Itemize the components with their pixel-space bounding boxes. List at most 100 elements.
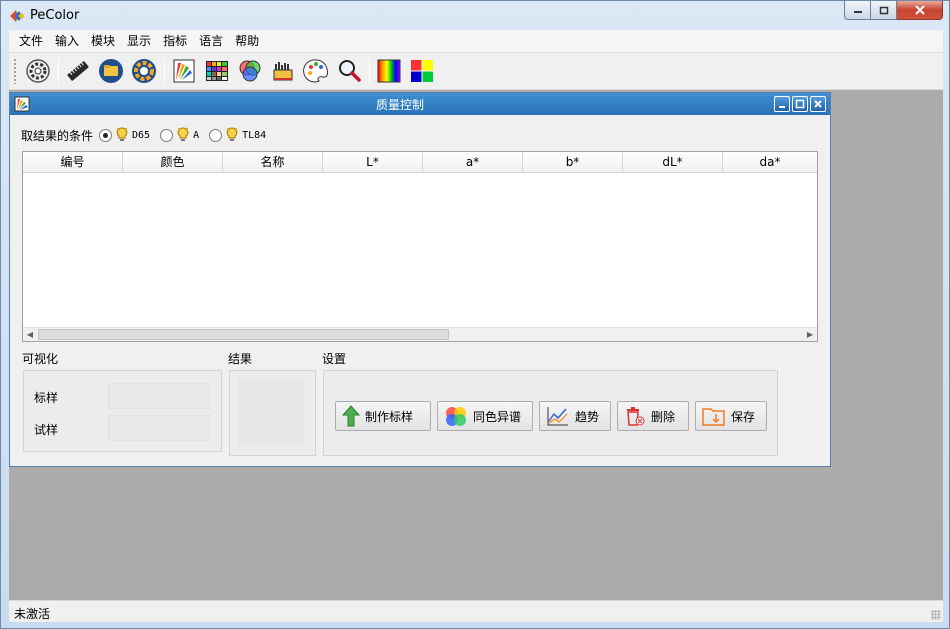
save-label: 保存 bbox=[731, 409, 756, 424]
arrow-up-icon bbox=[342, 405, 360, 427]
results-label: 结果 bbox=[228, 352, 253, 366]
mdi-workspace: 质量控制 取结果的条件 D65 A TL84 编号 颜色 名称 L* a* b*… bbox=[9, 90, 943, 600]
paint-brush-icon bbox=[273, 62, 293, 81]
delete-button[interactable]: 删除 bbox=[617, 401, 689, 431]
maximize-icon bbox=[795, 99, 805, 109]
visualization-group: 标样 试样 bbox=[23, 370, 222, 452]
column-header-l[interactable]: L* bbox=[323, 152, 423, 172]
light-bulb-icon bbox=[226, 127, 239, 141]
save-button[interactable]: 保存 bbox=[695, 401, 767, 431]
column-header-dl[interactable]: dL* bbox=[623, 152, 723, 172]
visualization-label: 可视化 bbox=[22, 352, 59, 366]
light-bulb-icon bbox=[116, 127, 129, 141]
close-icon bbox=[814, 100, 822, 108]
menu-help[interactable]: 帮助 bbox=[229, 30, 265, 52]
line-chart-icon bbox=[547, 407, 568, 426]
menu-bar: 文件 输入 模块 显示 指标 语言 帮助 bbox=[9, 30, 943, 52]
column-header-id[interactable]: 编号 bbox=[23, 152, 123, 172]
color-grid-button[interactable] bbox=[202, 56, 232, 86]
settings-button[interactable] bbox=[23, 56, 53, 86]
color-square-icon bbox=[411, 60, 433, 82]
magnifier-icon bbox=[339, 60, 361, 82]
child-window-title: 质量控制 bbox=[375, 98, 424, 112]
radio-d65[interactable] bbox=[99, 128, 113, 142]
column-header-b[interactable]: b* bbox=[523, 152, 623, 172]
results-table[interactable]: 编号 颜色 名称 L* a* b* dL* da* ◀ ▶ bbox=[22, 151, 818, 342]
minimize-button[interactable] bbox=[844, 1, 871, 20]
measure-button[interactable] bbox=[63, 56, 93, 86]
menu-file[interactable]: 文件 bbox=[13, 30, 49, 52]
menu-input[interactable]: 输入 bbox=[49, 30, 85, 52]
color-grid-icon bbox=[206, 61, 228, 81]
settings-label: 设置 bbox=[322, 352, 347, 366]
palette-button[interactable] bbox=[301, 56, 331, 86]
child-minimize-button[interactable] bbox=[774, 96, 790, 112]
radio-a[interactable] bbox=[160, 128, 174, 142]
horizontal-scrollbar[interactable]: ◀ ▶ bbox=[23, 327, 817, 341]
fan-deck-button[interactable] bbox=[169, 56, 199, 86]
restore-icon bbox=[879, 6, 888, 14]
close-icon bbox=[914, 5, 925, 15]
scroll-left-arrow-icon[interactable]: ◀ bbox=[23, 328, 37, 341]
toolbar-grip[interactable] bbox=[13, 58, 17, 84]
trial-swatch bbox=[108, 415, 210, 441]
make-standard-label: 制作标样 bbox=[365, 409, 414, 424]
light-bulb-icon bbox=[177, 127, 190, 141]
menu-language[interactable]: 语言 bbox=[193, 30, 229, 52]
result-display bbox=[238, 379, 304, 445]
column-header-color[interactable]: 颜色 bbox=[123, 152, 223, 172]
paint-button[interactable] bbox=[268, 56, 298, 86]
menu-index[interactable]: 指标 bbox=[157, 30, 193, 52]
open-button[interactable] bbox=[96, 56, 126, 86]
toolbar-separator bbox=[369, 58, 370, 84]
spectrum-icon bbox=[377, 59, 401, 83]
toolbar bbox=[9, 52, 943, 90]
condition-label: 取结果的条件 bbox=[21, 128, 94, 143]
toolbar-separator bbox=[58, 58, 59, 84]
column-header-a[interactable]: a* bbox=[423, 152, 523, 172]
settings-group: 制作标样 同色异谱 趋势 删除 保存 bbox=[323, 370, 778, 456]
metamerism-label: 同色异谱 bbox=[473, 409, 522, 424]
rgb-circles-icon bbox=[239, 60, 261, 82]
resize-grip[interactable] bbox=[931, 610, 941, 620]
ruler-icon bbox=[67, 61, 89, 81]
child-close-button[interactable] bbox=[810, 96, 826, 112]
status-text: 未激活 bbox=[14, 607, 51, 621]
scroll-right-arrow-icon[interactable]: ▶ bbox=[803, 328, 817, 341]
trend-button[interactable]: 趋势 bbox=[539, 401, 611, 431]
minimize-icon bbox=[779, 106, 785, 108]
column-header-da[interactable]: da* bbox=[723, 152, 817, 172]
status-bar: 未激活 bbox=[9, 600, 943, 622]
make-standard-button[interactable]: 制作标样 bbox=[335, 401, 431, 431]
app-title: PeColor bbox=[30, 8, 80, 23]
table-header: 编号 颜色 名称 L* a* b* dL* da* bbox=[23, 152, 817, 173]
maximize-button[interactable] bbox=[871, 1, 897, 20]
spectrum-button[interactable] bbox=[374, 56, 404, 86]
trial-label: 试样 bbox=[34, 423, 59, 437]
child-maximize-button[interactable] bbox=[792, 96, 808, 112]
title-bar[interactable]: PeColor bbox=[1, 1, 949, 30]
color-square-button[interactable] bbox=[407, 56, 437, 86]
folder-save-icon bbox=[702, 408, 725, 426]
app-logo-icon bbox=[10, 10, 24, 22]
scrollbar-thumb[interactable] bbox=[38, 329, 449, 340]
color-fan-deck-icon bbox=[173, 59, 195, 83]
color-circles-icon bbox=[446, 407, 466, 426]
delete-label: 删除 bbox=[651, 409, 676, 424]
illuminant-d65-label: D65 bbox=[132, 129, 151, 141]
folder-open-icon bbox=[99, 59, 123, 83]
metamerism-button[interactable]: 同色异谱 bbox=[437, 401, 533, 431]
child-title-bar[interactable]: 质量控制 bbox=[10, 93, 830, 115]
close-button[interactable] bbox=[897, 1, 943, 20]
color-wheel-button[interactable] bbox=[129, 56, 159, 86]
search-button[interactable] bbox=[334, 56, 364, 86]
menu-module[interactable]: 模块 bbox=[85, 30, 121, 52]
rgb-button[interactable] bbox=[235, 56, 265, 86]
main-window: PeColor 文件 输入 模块 显示 指标 语言 帮助 质量控制 取结果的条件… bbox=[0, 0, 950, 629]
column-header-name[interactable]: 名称 bbox=[223, 152, 323, 172]
trend-label: 趋势 bbox=[575, 409, 600, 424]
color-wheel-icon bbox=[132, 59, 156, 83]
radio-tl84[interactable] bbox=[209, 128, 223, 142]
menu-display[interactable]: 显示 bbox=[121, 30, 157, 52]
palette-icon bbox=[303, 59, 328, 83]
